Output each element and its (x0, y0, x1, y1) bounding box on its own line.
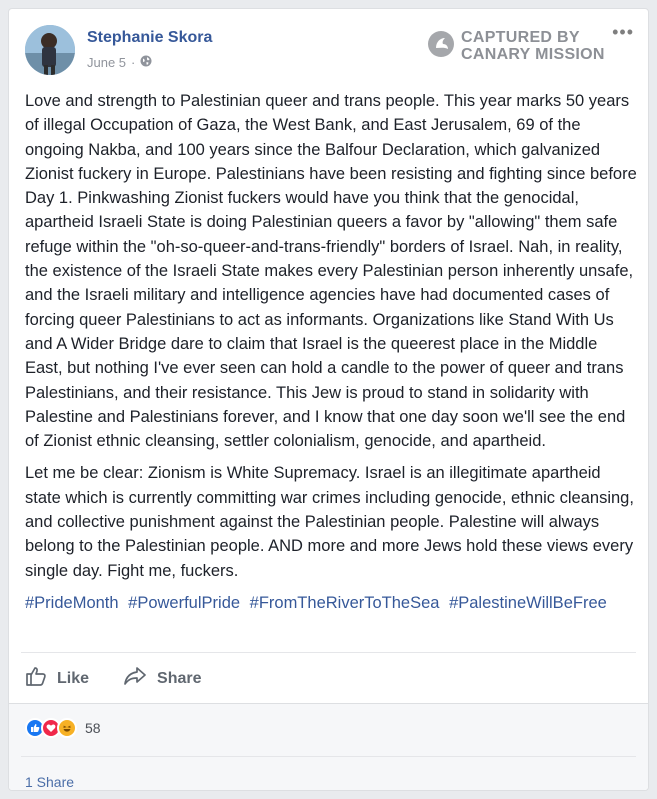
action-bar: Like Share (25, 665, 201, 692)
watermark-line-1: CAPTURED BY (461, 29, 580, 46)
share-arrow-icon (123, 665, 147, 692)
hashtag-link[interactable]: #PowerfulPride (128, 594, 240, 612)
reaction-count: 58 (85, 720, 101, 736)
hashtag-link[interactable]: #PrideMonth (25, 594, 119, 612)
hashtag-link[interactable]: #PalestineWillBeFree (449, 594, 607, 612)
share-button[interactable]: Share (123, 665, 201, 692)
thumbs-up-icon (25, 665, 47, 692)
author-name[interactable]: Stephanie Skora (87, 29, 212, 47)
globe-icon (140, 55, 152, 70)
profile-photo (25, 25, 75, 75)
divider (21, 652, 636, 653)
share-label: Share (157, 669, 202, 687)
share-count-link[interactable]: 1 Share (25, 774, 74, 790)
post-footer: 58 1 Share (9, 703, 648, 790)
post-paragraph: Love and strength to Palestinian queer a… (25, 92, 637, 451)
divider (21, 756, 636, 757)
post-card: Stephanie Skora June 5 · CAPTURED BY CAN… (8, 8, 649, 791)
canary-logo-icon (427, 30, 455, 63)
like-button[interactable]: Like (25, 665, 89, 692)
avatar[interactable] (25, 25, 75, 75)
hashtag-link[interactable]: #FromTheRiverToTheSea (250, 594, 440, 612)
post-paragraph: Let me be clear: Zionism is White Suprem… (25, 464, 634, 580)
meta-separator: · (131, 55, 136, 70)
post-meta: June 5 · (87, 55, 152, 70)
reactions-summary[interactable]: 58 (25, 718, 101, 738)
hashtags: #PrideMonth #PowerfulPride #FromTheRiver… (25, 591, 637, 615)
more-options-icon[interactable]: ••• (612, 23, 634, 41)
watermark-text: CAPTURED BY CANARY MISSION (461, 29, 605, 63)
post-date[interactable]: June 5 (87, 55, 126, 70)
post-body: Love and strength to Palestinian queer a… (25, 89, 637, 615)
watermark-line-2: CANARY MISSION (461, 46, 605, 63)
like-label: Like (57, 669, 90, 687)
haha-reaction-icon (57, 718, 77, 738)
canary-mission-watermark: CAPTURED BY CANARY MISSION (427, 29, 605, 63)
